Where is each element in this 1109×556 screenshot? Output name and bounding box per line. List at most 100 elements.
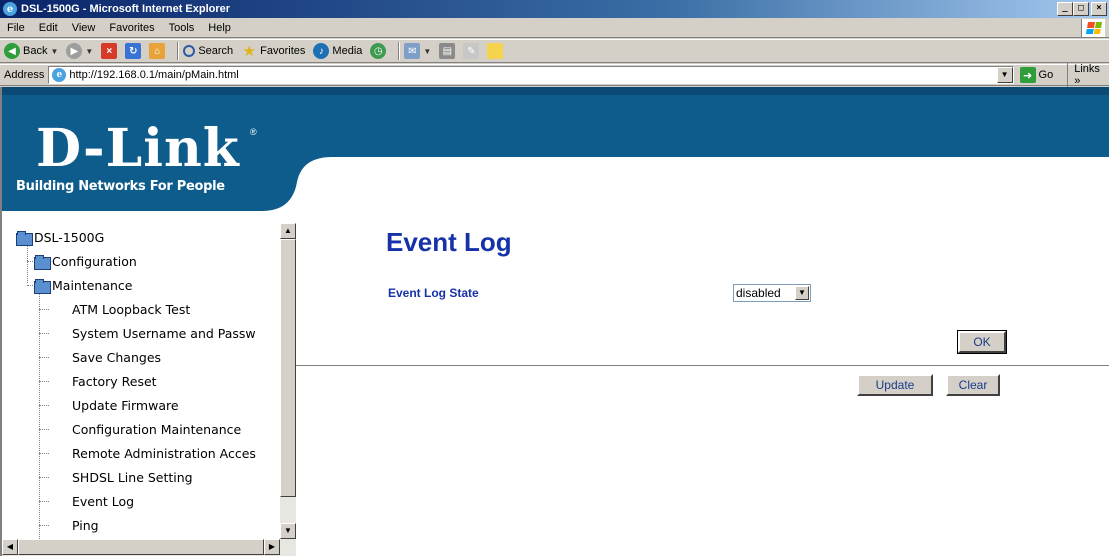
navigation-frame: DSL-1500G Configuration Maintenance ATM … bbox=[2, 223, 296, 556]
print-button[interactable]: ▤ bbox=[439, 43, 456, 59]
address-dropdown-button[interactable]: ▼ bbox=[996, 67, 1013, 83]
tree-horizontal-scrollbar[interactable]: ◀ ▶ bbox=[2, 539, 296, 556]
media-label: Media bbox=[332, 45, 363, 57]
messenger-button[interactable] bbox=[487, 43, 504, 59]
search-icon bbox=[183, 45, 196, 57]
refresh-button[interactable]: ↻ bbox=[125, 43, 142, 59]
tree-item-event-log[interactable]: Event Log bbox=[72, 491, 134, 511]
favorites-button[interactable]: ★ Favorites bbox=[241, 43, 306, 60]
close-button[interactable]: × bbox=[1091, 2, 1107, 16]
update-button[interactable]: Update bbox=[857, 374, 933, 396]
dlink-logo: D-Link bbox=[36, 118, 240, 179]
tree-item-factory-reset[interactable]: Factory Reset bbox=[72, 371, 157, 391]
tree-line bbox=[39, 357, 49, 358]
media-icon: ♪ bbox=[313, 43, 330, 59]
tree-item-atm-loopback[interactable]: ATM Loopback Test bbox=[72, 299, 190, 319]
tree-item-save-changes[interactable]: Save Changes bbox=[72, 347, 161, 367]
ie-icon: e bbox=[3, 2, 17, 16]
search-label: Search bbox=[198, 45, 234, 57]
tree-item-ping[interactable]: Ping bbox=[72, 515, 99, 535]
ok-button[interactable]: OK bbox=[957, 330, 1007, 354]
browser-toolbar: ◀ Back ▼ ▶ ▼ × ↻ ⌂ Search ★ Favorites ♪ … bbox=[0, 39, 1109, 63]
menu-edit[interactable]: Edit bbox=[32, 22, 65, 34]
minimize-button[interactable]: _ bbox=[1057, 2, 1073, 16]
favorites-label: Favorites bbox=[260, 45, 306, 57]
toolbar-separator bbox=[177, 42, 180, 60]
chevron-down-icon: ▼ bbox=[795, 286, 809, 300]
scroll-up-button[interactable]: ▲ bbox=[280, 223, 296, 239]
select-value: disabled bbox=[736, 286, 781, 300]
mail-button[interactable]: ✉ ▼ bbox=[404, 43, 431, 59]
scroll-thumb[interactable] bbox=[18, 539, 264, 555]
tree-line bbox=[39, 405, 49, 406]
window-title: DSL-1500G - Microsoft Internet Explorer bbox=[21, 3, 231, 15]
tree-root-label: DSL-1500G bbox=[34, 229, 105, 245]
maximize-button[interactable]: □ bbox=[1073, 2, 1089, 16]
tree-line bbox=[39, 453, 49, 454]
tree-item-configuration[interactable]: Configuration bbox=[34, 251, 137, 271]
tree-item-remote-administration[interactable]: Remote Administration Acces bbox=[72, 443, 256, 463]
event-log-state-select[interactable]: disabled ▼ bbox=[733, 284, 811, 302]
menu-favorites[interactable]: Favorites bbox=[102, 22, 161, 34]
forward-arrow-icon: ▶ bbox=[66, 43, 83, 59]
go-button[interactable]: ➜ Go bbox=[1019, 67, 1053, 83]
clear-button[interactable]: Clear bbox=[946, 374, 1000, 396]
tree-item-system-username[interactable]: System Username and Passw bbox=[72, 323, 256, 343]
scroll-right-button[interactable]: ▶ bbox=[264, 539, 280, 555]
tree-line bbox=[39, 429, 49, 430]
go-arrow-icon: ➜ bbox=[1019, 67, 1036, 83]
edit-icon: ✎ bbox=[463, 43, 480, 59]
tree-line bbox=[39, 333, 49, 334]
links-button[interactable]: Links » bbox=[1067, 63, 1109, 87]
logo-tagline: Building Networks For People bbox=[16, 179, 225, 194]
menu-help[interactable]: Help bbox=[201, 22, 238, 34]
edit-button[interactable]: ✎ bbox=[463, 43, 480, 59]
chevron-down-icon: ▼ bbox=[85, 46, 94, 56]
page-content: D-Link ® Building Networks For People DS… bbox=[0, 87, 1109, 556]
page-title: Event Log bbox=[386, 227, 512, 257]
folder-open-icon bbox=[16, 230, 33, 246]
back-button[interactable]: ◀ Back ▼ bbox=[4, 43, 58, 59]
scroll-left-button[interactable]: ◀ bbox=[2, 539, 18, 555]
search-button[interactable]: Search bbox=[183, 45, 233, 57]
tree-item-maintenance[interactable]: Maintenance bbox=[34, 275, 133, 295]
chevron-down-icon: ▼ bbox=[50, 46, 59, 56]
refresh-icon: ↻ bbox=[125, 43, 142, 59]
tree-item-label: Configuration bbox=[52, 253, 137, 269]
star-icon: ★ bbox=[242, 43, 256, 60]
tree-vertical-scrollbar[interactable]: ▲ ▼ bbox=[280, 223, 296, 539]
media-button[interactable]: ♪ Media bbox=[313, 43, 362, 59]
registered-mark: ® bbox=[250, 127, 257, 137]
menu-file[interactable]: File bbox=[0, 22, 32, 34]
page-icon: e bbox=[52, 68, 67, 82]
menu-view[interactable]: View bbox=[65, 22, 103, 34]
printer-icon: ▤ bbox=[439, 43, 456, 59]
tree-line bbox=[39, 477, 49, 478]
menu-tools[interactable]: Tools bbox=[162, 22, 202, 34]
back-arrow-icon: ◀ bbox=[4, 43, 20, 59]
menu-bar: File Edit View Favorites Tools Help bbox=[0, 18, 1109, 38]
window-titlebar: e DSL-1500G - Microsoft Internet Explore… bbox=[0, 0, 1109, 18]
address-url: http://192.168.0.1/main/pMain.html bbox=[69, 69, 239, 81]
divider bbox=[296, 365, 1109, 367]
tree-item-shdsl-line-setting[interactable]: SHDSL Line Setting bbox=[72, 467, 193, 487]
address-label: Address bbox=[4, 69, 45, 81]
history-button[interactable]: ◷ bbox=[370, 43, 387, 59]
tree-line bbox=[39, 501, 49, 502]
address-input[interactable]: e http://192.168.0.1/main/pMain.html ▼ bbox=[48, 66, 1014, 84]
scroll-down-button[interactable]: ▼ bbox=[280, 523, 296, 539]
home-button[interactable]: ⌂ bbox=[149, 43, 166, 59]
folder-icon bbox=[34, 254, 51, 270]
forward-button[interactable]: ▶ ▼ bbox=[66, 43, 93, 59]
event-log-state-label: Event Log State bbox=[388, 286, 479, 300]
address-bar: Address e http://192.168.0.1/main/pMain.… bbox=[0, 63, 1109, 87]
stop-button[interactable]: × bbox=[101, 43, 118, 59]
tree-item-update-firmware[interactable]: Update Firmware bbox=[72, 395, 179, 415]
tree-root[interactable]: DSL-1500G bbox=[16, 227, 104, 247]
tree-item-configuration-maintenance[interactable]: Configuration Maintenance bbox=[72, 419, 241, 439]
scroll-thumb[interactable] bbox=[280, 239, 296, 497]
toolbar-separator bbox=[398, 42, 401, 60]
tree-line bbox=[39, 309, 49, 310]
back-label: Back bbox=[23, 45, 48, 57]
stop-icon: × bbox=[101, 43, 118, 59]
